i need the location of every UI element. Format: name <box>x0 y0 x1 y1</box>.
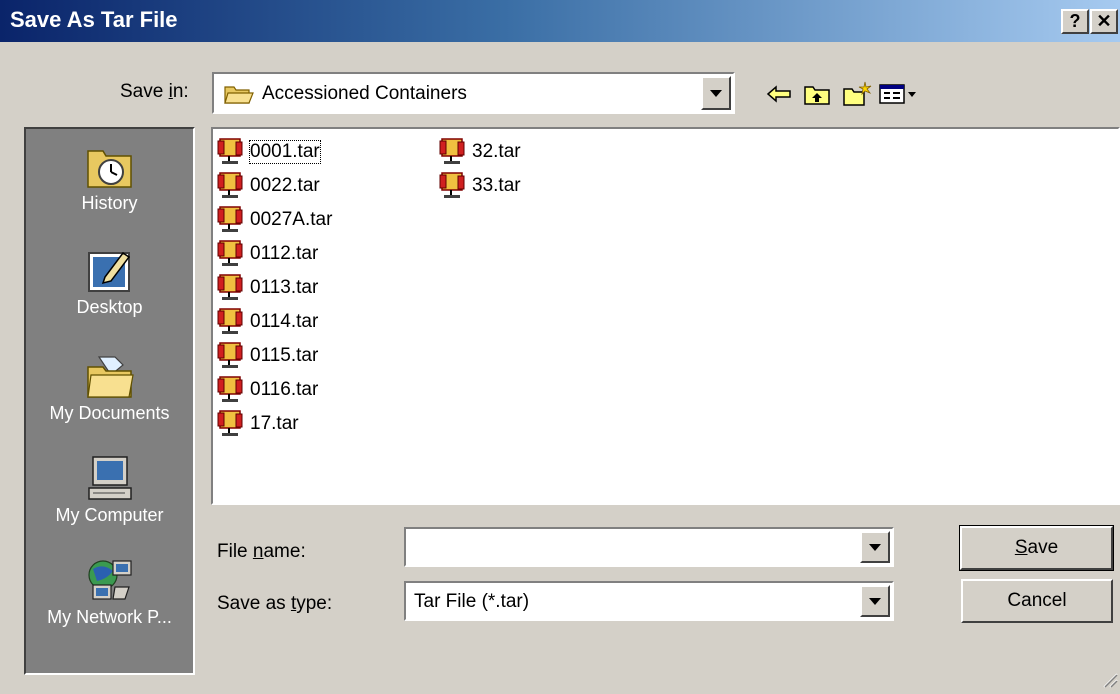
close-button[interactable]: ✕ <box>1090 9 1118 34</box>
view-menu-icon <box>879 84 916 104</box>
place-my-network-places-label: My Network P... <box>47 607 172 627</box>
file-item[interactable]: 0022.tar <box>217 171 320 201</box>
file-item-label: 0114.tar <box>250 311 319 332</box>
place-my-documents[interactable]: My Documents <box>26 353 193 424</box>
place-desktop[interactable]: Desktop <box>26 247 193 318</box>
file-item-label: 0116.tar <box>250 379 319 400</box>
chevron-down-icon <box>710 90 722 97</box>
file-item[interactable]: 0001.tar <box>217 137 321 167</box>
tar-file-icon <box>217 206 250 234</box>
file-item-label: 0112.tar <box>250 243 319 264</box>
file-item-label: 17.tar <box>250 413 299 434</box>
save-as-type-label: Save as type: <box>217 593 333 614</box>
file-item[interactable]: 0112.tar <box>217 239 318 269</box>
places-bar: History Desktop My Documents My Computer… <box>24 127 195 675</box>
save-as-type-value: Tar File (*.tar) <box>414 591 530 612</box>
cancel-button[interactable]: Cancel <box>961 579 1113 623</box>
back-arrow-icon <box>766 85 791 103</box>
file-item-label: 0113.tar <box>250 277 319 298</box>
save-in-label: Save in: <box>120 81 189 102</box>
view-menu-button[interactable] <box>878 79 920 109</box>
folder-open-icon <box>224 83 254 111</box>
save-in-value: Accessioned Containers <box>262 83 467 104</box>
file-item-label: 0022.tar <box>250 175 320 196</box>
tar-file-icon <box>439 138 472 166</box>
file-item[interactable]: 17.tar <box>217 409 299 439</box>
place-my-network-places[interactable]: My Network P... <box>26 557 193 628</box>
file-item[interactable]: 0113.tar <box>217 273 318 303</box>
save-button-label: ave <box>1027 537 1059 558</box>
file-item[interactable]: 33.tar <box>439 171 521 201</box>
place-history[interactable]: History <box>26 143 193 214</box>
desktop-icon <box>85 247 135 293</box>
my-documents-icon <box>85 353 135 399</box>
place-desktop-label: Desktop <box>76 297 143 317</box>
history-icon <box>85 143 135 189</box>
file-item-label: 0001.tar <box>249 140 321 164</box>
tar-file-icon <box>217 240 250 268</box>
tar-file-icon <box>217 376 250 404</box>
place-my-documents-label: My Documents <box>49 403 170 423</box>
up-one-level-button[interactable] <box>800 79 834 109</box>
title-bar[interactable]: Save As Tar File ? ✕ <box>0 0 1120 42</box>
file-item-label: 0027A.tar <box>250 209 333 230</box>
tar-file-icon <box>217 342 250 370</box>
place-history-label: History <box>81 193 138 213</box>
tar-file-icon <box>217 138 250 166</box>
my-computer-icon <box>85 455 135 501</box>
my-network-places-icon <box>85 557 135 603</box>
up-folder-icon <box>804 86 830 105</box>
file-name-combo[interactable] <box>404 527 894 567</box>
tar-file-icon <box>217 308 250 336</box>
save-button[interactable]: Save <box>959 525 1114 571</box>
file-item[interactable]: 0115.tar <box>217 341 318 371</box>
tar-file-icon <box>439 172 472 200</box>
chevron-down-icon <box>869 544 881 551</box>
file-item-label: 0115.tar <box>250 345 319 366</box>
place-my-computer-label: My Computer <box>55 505 164 525</box>
file-name-dropdown-button[interactable] <box>860 531 890 563</box>
window-title: Save As Tar File <box>10 7 178 32</box>
file-list[interactable]: 0001.tar 0022.tar 0027A.tar 0112.tar 0113.ta… <box>211 127 1120 505</box>
save-in-dropdown[interactable]: Accessioned Containers <box>212 72 735 114</box>
place-my-computer[interactable]: My Computer <box>26 455 193 526</box>
file-item[interactable]: 0114.tar <box>217 307 318 337</box>
save-button-mnemonic: S <box>1014 537 1028 558</box>
tar-file-icon <box>217 410 250 438</box>
save-as-type-dropdown-button[interactable] <box>860 585 890 617</box>
new-folder-button[interactable] <box>840 79 874 109</box>
file-item[interactable]: 0027A.tar <box>217 205 332 235</box>
save-in-dropdown-button[interactable] <box>701 76 731 110</box>
help-button[interactable]: ? <box>1061 9 1089 34</box>
back-button[interactable] <box>762 79 796 109</box>
save-as-type-combo[interactable]: Tar File (*.tar) <box>404 581 894 621</box>
file-name-label: File name: <box>217 541 306 562</box>
new-folder-icon <box>843 81 872 106</box>
file-item[interactable]: 32.tar <box>439 137 521 167</box>
chevron-down-icon <box>869 598 881 605</box>
resize-grip[interactable] <box>1098 668 1118 688</box>
tar-file-icon <box>217 172 250 200</box>
resize-grip-icon <box>1103 673 1118 688</box>
file-item-label: 33.tar <box>472 175 521 196</box>
file-item-label: 32.tar <box>472 141 521 162</box>
tar-file-icon <box>217 274 250 302</box>
file-item[interactable]: 0116.tar <box>217 375 318 405</box>
